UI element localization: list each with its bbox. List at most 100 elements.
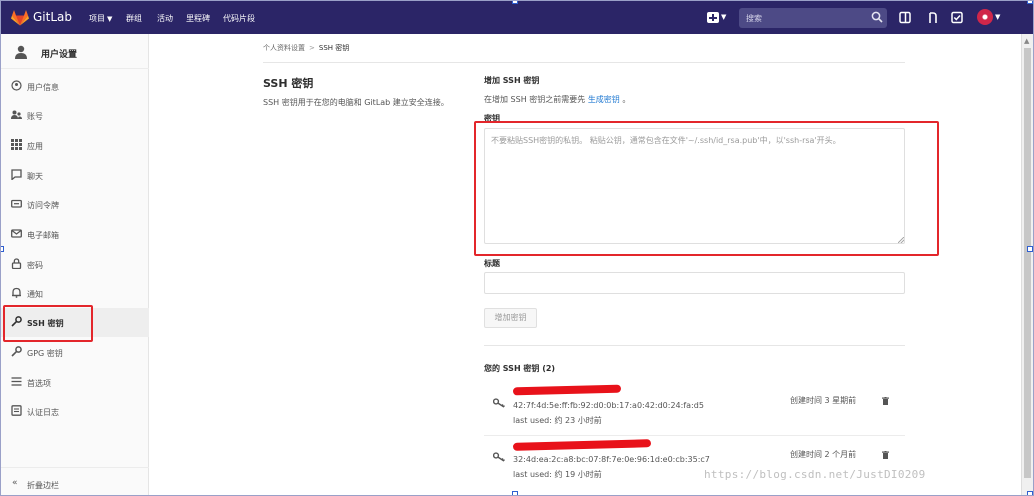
add-key-heading: 增加 SSH 密钥 [484, 76, 540, 85]
search-icon [871, 11, 883, 23]
chevron-down-icon: ▼ [107, 15, 113, 23]
textarea-resize-handle[interactable] [898, 237, 904, 243]
page-title: SSH 密钥 [263, 77, 314, 90]
row-divider [484, 435, 905, 436]
access-token-icon [11, 199, 22, 208]
log-icon [11, 405, 22, 416]
key-last-used: last used: 约 23 小时前 [513, 416, 602, 425]
email-icon [11, 229, 22, 238]
breadcrumb-separator: > [309, 44, 315, 52]
sidebar-item-label: GPG 密钥 [27, 349, 63, 358]
chevron-down-icon[interactable]: ▼ [995, 13, 1000, 21]
your-keys-heading: 您的 SSH 密钥 (2) [484, 364, 556, 373]
key-field-label: 密钥 [484, 114, 500, 123]
sidebar-item-access-tokens[interactable]: 访问令牌 [1, 190, 149, 219]
breadcrumb: 个人资料设置 > SSH 密钥 [263, 43, 349, 53]
top-navbar: GitLab 项目 ▼ 群组 活动 里程碑 代码片段 ▼ 搜索 ▼ [1, 1, 1033, 34]
sidebar-item-account[interactable]: 账号 [1, 101, 149, 130]
sidebar-item-label: 密码 [27, 261, 43, 270]
collapse-sidebar-button[interactable]: « 折叠边栏 [1, 467, 149, 495]
applications-icon [11, 139, 22, 150]
scrollbar-thumb[interactable] [1024, 48, 1031, 478]
sidebar-item-notifications[interactable]: 通知 [1, 279, 149, 308]
add-key-hint-prefix: 在增加 SSH 密钥之前需要先 [484, 95, 586, 104]
title-field-label: 标题 [484, 259, 500, 268]
key-icon [493, 452, 505, 462]
sidebar-item-chat[interactable]: 聊天 [1, 161, 149, 190]
sidebar-item-authentication-log[interactable]: 认证日志 [1, 397, 149, 426]
sidebar-item-preferences[interactable]: 首选项 [1, 368, 149, 397]
ssh-key-row[interactable]: 32:4d:ea:2c:a8:bc:07:8f:7e:0e:96:1d:e0:c… [484, 439, 905, 492]
sidebar-item-label: 应用 [27, 142, 43, 151]
nav-projects-label: 项目 [89, 14, 105, 23]
title-input[interactable] [484, 272, 905, 294]
selection-handle [1027, 246, 1033, 252]
key-icon [11, 346, 22, 357]
settings-sidebar: 用户设置 用户信息 账号 应用 聊天 访问令牌 电子邮箱 密码 通知 SSH 密… [1, 34, 149, 495]
selection-handle [1027, 1, 1033, 4]
vertical-scrollbar[interactable]: ▲ [1021, 34, 1033, 495]
nav-snippets[interactable]: 代码片段 [223, 13, 255, 24]
trash-icon[interactable] [882, 451, 889, 459]
sidebar-item-emails[interactable]: 电子邮箱 [1, 220, 149, 249]
sidebar-highlight-box [3, 305, 93, 342]
nav-groups[interactable]: 群组 [126, 13, 142, 24]
sidebar-item-label: 首选项 [27, 379, 51, 388]
trash-icon[interactable] [882, 397, 889, 405]
redacted-key-title [512, 439, 652, 451]
scroll-up-arrow-icon[interactable]: ▲ [1024, 37, 1029, 45]
key-fingerprint: 32:4d:ea:2c:a8:bc:07:8f:7e:0e:96:1d:e0:c… [513, 455, 710, 464]
selection-handle [1027, 491, 1033, 495]
brand-name[interactable]: GitLab [33, 10, 72, 24]
lock-icon [11, 258, 22, 269]
sidebar-item-label: 认证日志 [27, 408, 59, 417]
chevron-down-icon[interactable]: ▼ [721, 13, 726, 21]
sidebar-item-label: 通知 [27, 290, 43, 299]
key-textarea-placeholder: 不要粘贴SSH密钥的私钥。 粘贴公钥，通常包含在文件'~/.ssh/id_rsa… [491, 136, 841, 145]
form-divider [484, 345, 905, 346]
nav-milestones[interactable]: 里程碑 [186, 13, 210, 24]
generate-key-link[interactable]: 生成密钥 [588, 95, 620, 104]
sidebar-panel-icon[interactable] [899, 11, 911, 24]
user-icon [15, 45, 27, 59]
todo-check-icon[interactable] [951, 11, 963, 24]
screenshot-frame: GitLab 项目 ▼ 群组 活动 里程碑 代码片段 ▼ 搜索 ▼ 用户设置 用… [0, 0, 1034, 496]
sidebar-header-label: 用户设置 [41, 50, 78, 60]
sidebar-item-label: 账号 [27, 112, 43, 121]
new-item-plus-icon[interactable] [707, 12, 719, 23]
breadcrumb-divider [263, 62, 905, 63]
key-fingerprint: 42:7f:4d:5e:ff:fb:92:d0:0b:17:a0:42:d0:2… [513, 401, 704, 410]
key-last-used: last used: 约 19 小时前 [513, 470, 602, 479]
search-placeholder: 搜索 [746, 14, 762, 23]
ssh-key-row[interactable]: 42:7f:4d:5e:ff:fb:92:d0:0b:17:a0:42:d0:2… [484, 384, 905, 438]
sidebar-item-label: 聊天 [27, 172, 43, 181]
gitlab-logo-icon[interactable] [11, 9, 29, 26]
key-created-time: 创建时间 3 星期前 [790, 396, 857, 405]
sidebar-item-gpg-keys[interactable]: GPG 密钥 [1, 338, 149, 367]
preferences-icon [11, 377, 22, 386]
user-avatar[interactable] [977, 9, 993, 25]
add-key-hint: 在增加 SSH 密钥之前需要先 生成密钥 。 [484, 94, 630, 105]
watermark-url: https://blog.csdn.net/JustDI0209 [704, 468, 926, 481]
nav-activity[interactable]: 活动 [157, 13, 173, 24]
profile-icon [11, 80, 22, 91]
collapse-sidebar-label: 折叠边栏 [27, 481, 59, 490]
add-key-button[interactable]: 增加密钥 [484, 308, 537, 328]
account-icon [11, 110, 22, 119]
sidebar-item-label: 用户信息 [27, 83, 59, 92]
chat-icon [11, 169, 22, 180]
merge-request-icon[interactable] [927, 11, 939, 24]
double-chevron-left-icon: « [12, 478, 18, 488]
breadcrumb-parent[interactable]: 个人资料设置 [263, 44, 305, 52]
nav-projects[interactable]: 项目 ▼ [89, 13, 112, 24]
key-icon [493, 398, 505, 408]
breadcrumb-current[interactable]: SSH 密钥 [319, 44, 349, 52]
bell-icon [12, 287, 21, 298]
sidebar-item-label: 电子邮箱 [27, 231, 59, 240]
sidebar-item-applications[interactable]: 应用 [1, 131, 149, 160]
selection-handle [1, 246, 4, 252]
sidebar-item-password[interactable]: 密码 [1, 250, 149, 279]
add-key-hint-suffix: 。 [622, 95, 631, 104]
page-description: SSH 密钥用于在您的电脑和 GitLab 建立安全连接。 [263, 98, 449, 107]
sidebar-item-profile[interactable]: 用户信息 [1, 72, 149, 101]
